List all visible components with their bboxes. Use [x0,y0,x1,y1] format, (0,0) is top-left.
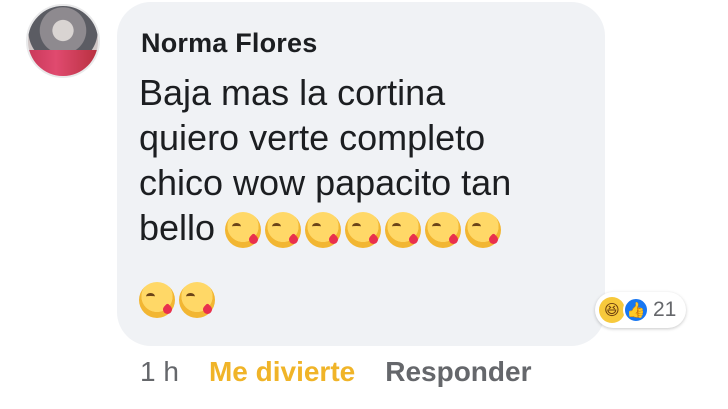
kiss-emoji-icon [305,212,342,248]
comment: Norma Flores Baja mas la cortina quiero … [0,0,728,409]
comment-text-line-last: bello [139,205,599,250]
avatar-shirt [28,50,98,76]
comment-text-line: bello [139,207,216,248]
comment-bubble: Norma Flores Baja mas la cortina quiero … [117,2,605,346]
kiss-emoji-icon [139,282,175,318]
reaction-count: 21 [653,298,677,321]
emoji-group [225,207,505,248]
haha-icon: 😆 [599,297,625,323]
comment-text-line: chico wow papacito tan [139,162,512,203]
like-icon: 👍 [623,297,649,323]
comment-actions: 1 h Me divierte Responder [140,356,531,388]
reaction-summary[interactable]: 😆 👍 21 [595,292,687,328]
kiss-emoji-icon [225,212,262,248]
comment-text-line: Baja mas la cortina [139,72,446,113]
comment-text: Baja mas la cortina quiero verte complet… [139,70,599,250]
reply-button[interactable]: Responder [385,356,531,388]
kiss-emoji-icon [345,212,382,248]
kiss-emoji-icon [465,212,502,248]
comment-author[interactable]: Norma Flores [141,28,317,59]
kiss-emoji-icon [265,212,302,248]
kiss-emoji-icon [179,282,215,318]
comment-time[interactable]: 1 h [140,356,179,388]
react-button[interactable]: Me divierte [209,356,355,388]
avatar[interactable] [26,4,100,78]
kiss-emoji-icon [425,212,462,248]
emoji-group [139,282,219,318]
kiss-emoji-icon [385,212,422,248]
comment-text-line: quiero verte completo [139,117,486,158]
